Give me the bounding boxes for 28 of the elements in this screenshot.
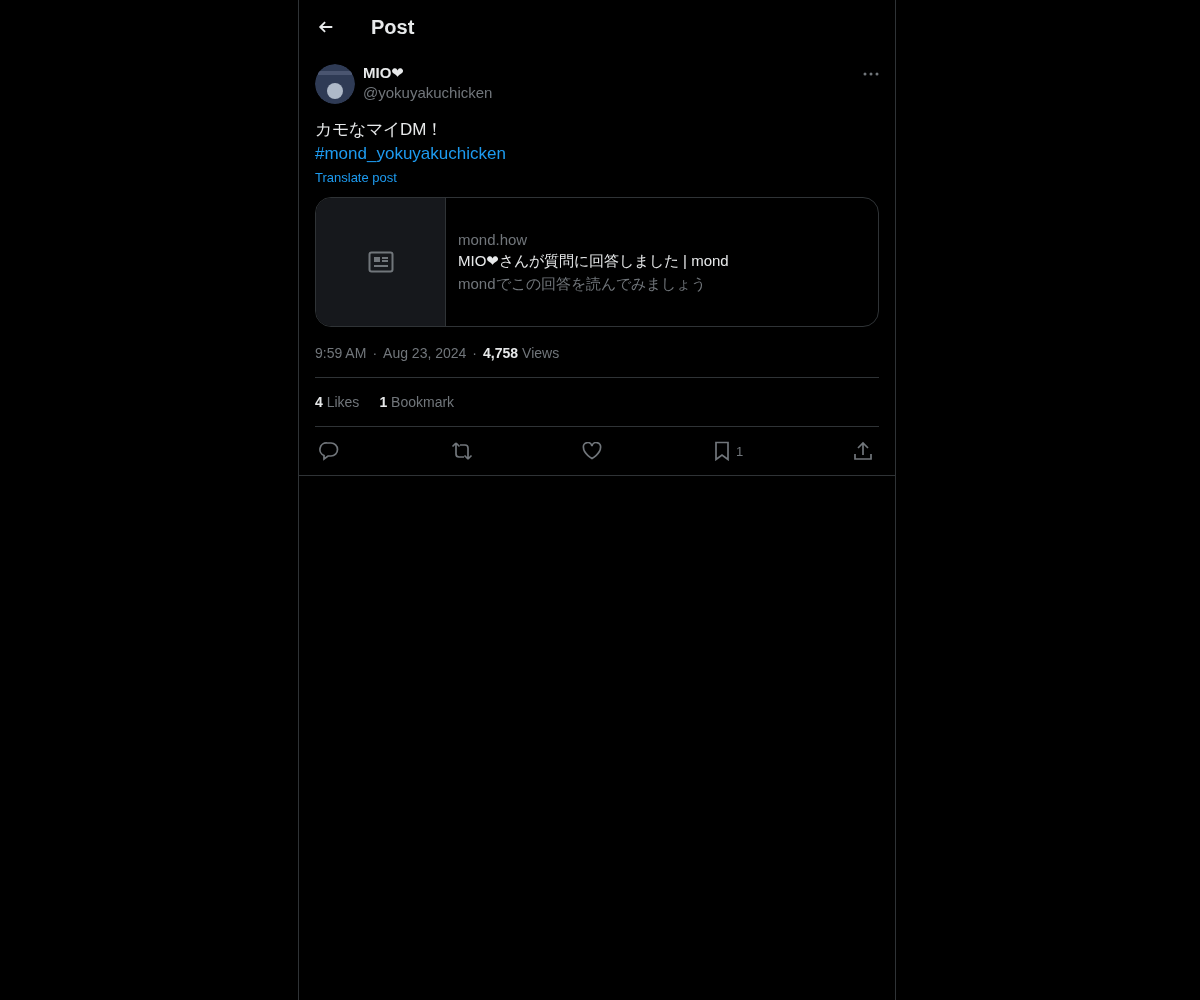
- post-text: カモなマイDM！: [315, 119, 444, 141]
- back-arrow-icon[interactable]: [317, 18, 335, 36]
- separator-dot: ·: [472, 345, 477, 361]
- views-label: Views: [522, 345, 560, 361]
- card-title: MIO❤さんが質問に回答しました | mond: [458, 251, 729, 271]
- translate-link[interactable]: Translate post: [315, 170, 397, 185]
- bookmark-count: 1: [736, 443, 744, 459]
- more-options-icon[interactable]: [863, 72, 879, 76]
- card-description: mondでこの回答を読んでみましょう: [458, 274, 707, 294]
- stat-link[interactable]: 1 Bookmark: [379, 394, 455, 410]
- separator-dot: ·: [372, 345, 378, 361]
- post-time[interactable]: 9:59 AM: [315, 345, 367, 361]
- hashtag-link[interactable]: #mond_yokuyakuchicken: [315, 142, 506, 166]
- stat-link[interactable]: 4 Likes: [315, 394, 360, 410]
- views-count: 4,758: [483, 345, 519, 361]
- reply-icon[interactable]: [319, 441, 339, 461]
- share-icon[interactable]: [853, 441, 873, 461]
- repost-icon[interactable]: [450, 441, 473, 461]
- author-name[interactable]: MIO❤: [363, 64, 855, 82]
- bookmark-icon[interactable]: [714, 441, 731, 461]
- card-domain: mond.how: [458, 230, 529, 248]
- article-icon: [367, 251, 394, 273]
- post-date[interactable]: Aug 23, 2024: [383, 345, 467, 361]
- avatar[interactable]: [315, 64, 355, 104]
- author-handle[interactable]: @yokuyakuchicken: [363, 84, 855, 101]
- link-card[interactable]: mond.how MIO❤さんが質問に回答しました | mond mondでこの回答を読んでみましょう: [315, 197, 879, 327]
- heart-icon[interactable]: [582, 442, 603, 460]
- page-title: Post: [371, 15, 415, 39]
